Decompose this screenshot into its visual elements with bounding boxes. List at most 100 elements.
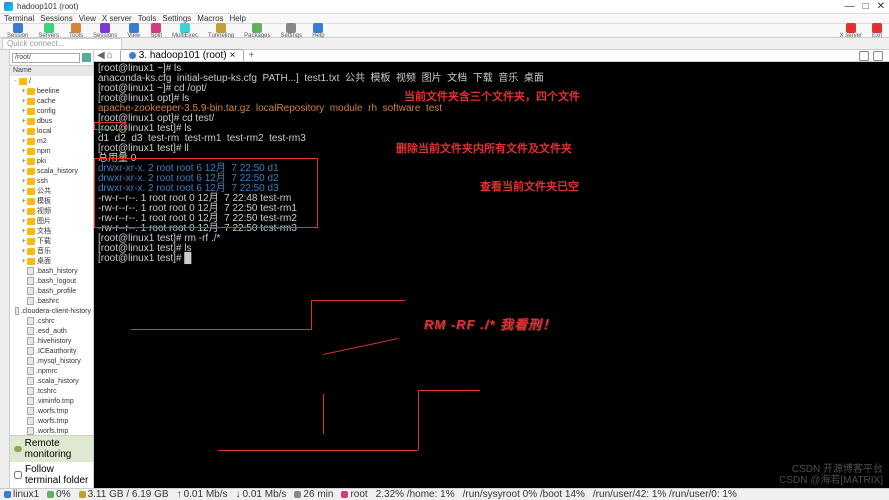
toolbar-split-button[interactable]: Split [147, 23, 165, 39]
tree-item[interactable]: +桌面 [10, 256, 93, 266]
tree-item[interactable]: +pki [10, 156, 93, 166]
tree-item[interactable]: .worfs.tmp [10, 406, 93, 416]
remote-monitoring-toggle[interactable]: Remote monitoring [10, 436, 93, 462]
folder-icon [27, 238, 35, 245]
tree-item[interactable]: .hivehistory [10, 336, 93, 346]
tree-item[interactable]: +scala_history [10, 166, 93, 176]
toolbar-packages-button[interactable]: Packages [241, 23, 273, 39]
file-icon [27, 417, 34, 425]
expand-icon[interactable]: + [20, 168, 27, 175]
expand-icon[interactable]: + [20, 198, 27, 205]
expand-icon[interactable]: + [20, 88, 27, 95]
expand-icon[interactable]: + [20, 108, 27, 115]
expand-icon[interactable]: + [20, 118, 27, 125]
tree-item[interactable]: .worfs.tmp [10, 426, 93, 435]
tree-item[interactable]: +beeline [10, 86, 93, 96]
tree-item[interactable]: +npm [10, 146, 93, 156]
expand-icon[interactable]: + [20, 248, 27, 255]
expand-icon[interactable]: - [12, 78, 19, 85]
tree-item[interactable]: +文档 [10, 226, 93, 236]
follow-checkbox[interactable] [14, 471, 22, 479]
packages-icon [252, 23, 262, 33]
toolbar-tools-button[interactable]: Tools [66, 23, 86, 39]
tab-prev-icon[interactable]: ◀ [97, 50, 105, 61]
expand-icon[interactable]: + [20, 208, 27, 215]
tree-item[interactable]: .tcshrc [10, 386, 93, 396]
toolbar-exit-button[interactable]: Exit [869, 23, 885, 39]
tree-item[interactable]: .scala_history [10, 376, 93, 386]
tree-item[interactable]: .cshrc [10, 316, 93, 326]
term-opt2-icon[interactable] [873, 51, 883, 61]
tree-item[interactable]: +下载 [10, 236, 93, 246]
expand-icon[interactable]: + [20, 138, 27, 145]
expand-icon[interactable]: + [20, 178, 27, 185]
tree-item[interactable]: +公共 [10, 186, 93, 196]
tree-item[interactable]: +dbus [10, 116, 93, 126]
toolbar-session-button[interactable]: Session [4, 23, 31, 39]
tools-icon [71, 23, 81, 33]
expand-icon[interactable]: + [20, 188, 27, 195]
expand-icon[interactable]: + [20, 238, 27, 245]
terminal[interactable]: [root@linux1 ~]# lsanaconda-ks.cfg initi… [94, 62, 889, 488]
tree-item[interactable]: +视频 [10, 206, 93, 216]
folder-icon [27, 158, 35, 165]
tunneling-icon [216, 23, 226, 33]
tree-item[interactable]: +模板 [10, 196, 93, 206]
tab-add-icon[interactable]: + [248, 50, 254, 61]
tree-item[interactable]: +config [10, 106, 93, 116]
expand-icon[interactable]: + [20, 218, 27, 225]
refresh-icon[interactable] [82, 53, 91, 62]
tree-item[interactable]: +图片 [10, 216, 93, 226]
session-icon [13, 23, 23, 33]
expand-icon[interactable]: + [20, 258, 27, 265]
expand-icon[interactable]: + [20, 158, 27, 165]
annotation-slogan: RM -RF ./* 我看刑！ [424, 320, 556, 330]
term-opt1-icon[interactable] [859, 51, 869, 61]
tree-item[interactable]: +cache [10, 96, 93, 106]
tree-item[interactable]: .viminfo.tmp [10, 396, 93, 406]
toolbar-x-server-button[interactable]: X server [837, 23, 865, 39]
toggle-icon [14, 446, 22, 452]
toolbar-sessions-button[interactable]: Sessions [90, 23, 120, 39]
file-icon [27, 317, 34, 325]
tree-item[interactable]: .cloudera-client-history [10, 306, 93, 316]
toolbar-multiexec-button[interactable]: MultiExec [169, 23, 201, 39]
toolbar-tunneling-button[interactable]: Tunneling [205, 23, 237, 39]
toolbar-help-button[interactable]: Help [309, 23, 327, 39]
tree-item[interactable]: .bash_logout [10, 276, 93, 286]
minimize-icon[interactable]: — [845, 1, 855, 12]
expand-icon[interactable]: + [20, 228, 27, 235]
quick-connect-input[interactable]: Quick connect... [2, 38, 122, 50]
expand-icon[interactable]: + [20, 128, 27, 135]
file-tree[interactable]: -/+beeline+cache+config+dbus+local+m2+np… [10, 76, 93, 435]
toolbar-servers-button[interactable]: Servers [35, 23, 62, 39]
tree-item[interactable]: .bash_profile [10, 286, 93, 296]
toolbar-settings-button[interactable]: Settings [278, 23, 306, 39]
tree-item[interactable]: .npmrc [10, 366, 93, 376]
terminal-tab-active[interactable]: 3. hadoop101 (root) × [120, 49, 245, 61]
tree-item[interactable]: .bash_history [10, 266, 93, 276]
tree-item[interactable]: .esd_auth [10, 326, 93, 336]
expand-icon[interactable]: + [20, 98, 27, 105]
expand-icon[interactable]: + [20, 148, 27, 155]
tree-item[interactable]: +ssh [10, 176, 93, 186]
tab-home-icon[interactable]: ⌂ [107, 50, 113, 61]
tree-item[interactable]: .mysql_history [10, 356, 93, 366]
tree-item[interactable]: -/ [10, 76, 93, 86]
tree-item[interactable]: +local [10, 126, 93, 136]
tree-item[interactable]: .ICEauthority [10, 346, 93, 356]
tree-item[interactable]: +m2 [10, 136, 93, 146]
folder-icon [27, 138, 35, 145]
tree-item[interactable]: .worfs.tmp [10, 416, 93, 426]
toolbar-view-button[interactable]: View [124, 23, 143, 39]
path-input[interactable]: /root/ [12, 53, 80, 63]
close-icon[interactable]: ✕ [877, 1, 885, 12]
follow-terminal-checkbox[interactable]: Follow terminal folder [10, 462, 93, 488]
folder-icon [27, 218, 35, 225]
annotation-text-3: 查看当前文件夹已空 [480, 182, 579, 192]
tree-item[interactable]: .bashrc [10, 296, 93, 306]
folder-icon [27, 128, 35, 135]
maximize-icon[interactable]: □ [863, 1, 869, 12]
tree-item[interactable]: +音乐 [10, 246, 93, 256]
tab-close-icon[interactable]: × [230, 50, 236, 61]
